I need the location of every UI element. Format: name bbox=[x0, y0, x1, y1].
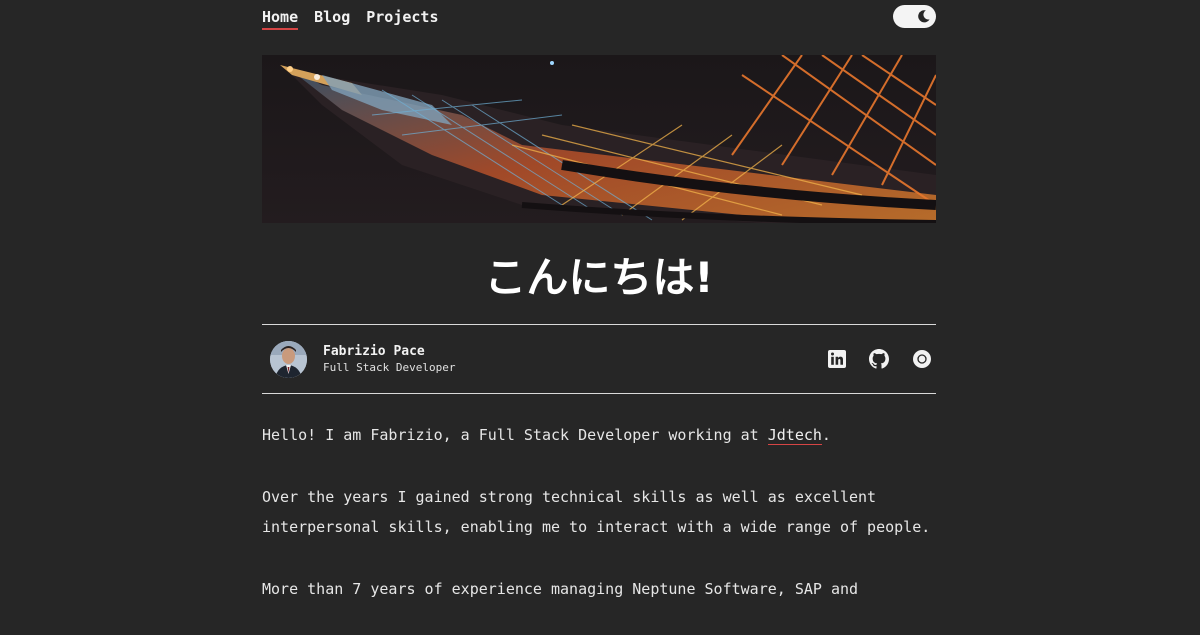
page-title: こんにちは! bbox=[484, 253, 714, 302]
intro-paragraph-3: More than 7 years of experience managing… bbox=[262, 579, 859, 598]
author-bar: Fabrizio Pace Full Stack Developer bbox=[262, 324, 936, 394]
nav-links: Home Blog Projects bbox=[262, 8, 439, 30]
intro-paragraph-1: Hello! I am Fabrizio, a Full Stack Devel… bbox=[262, 420, 936, 451]
intro-period: . bbox=[821, 426, 831, 444]
jdtech-link[interactable]: Jdtech bbox=[767, 426, 822, 445]
author-role: Full Stack Developer bbox=[323, 361, 456, 374]
nav-projects-link[interactable]: Projects bbox=[366, 8, 438, 30]
nav-blog-link[interactable]: Blog bbox=[314, 8, 350, 30]
author-name: Fabrizio Pace bbox=[323, 344, 425, 359]
website-icon[interactable] bbox=[912, 349, 932, 369]
moon-icon bbox=[918, 10, 930, 23]
avatar bbox=[270, 341, 307, 378]
hero-image bbox=[262, 55, 936, 223]
intro-text: Hello! I am Fabrizio, a Full Stack Devel… bbox=[262, 426, 768, 444]
intro-paragraph-2: Over the years I gained strong technical… bbox=[262, 487, 931, 537]
intro-content: Hello! I am Fabrizio, a Full Stack Devel… bbox=[262, 420, 936, 635]
theme-toggle[interactable] bbox=[893, 5, 936, 28]
nav-home-link[interactable]: Home bbox=[262, 8, 299, 30]
linkedin-icon[interactable] bbox=[827, 349, 847, 369]
top-nav: Home Blog Projects bbox=[262, 0, 936, 40]
github-icon[interactable] bbox=[869, 349, 889, 369]
